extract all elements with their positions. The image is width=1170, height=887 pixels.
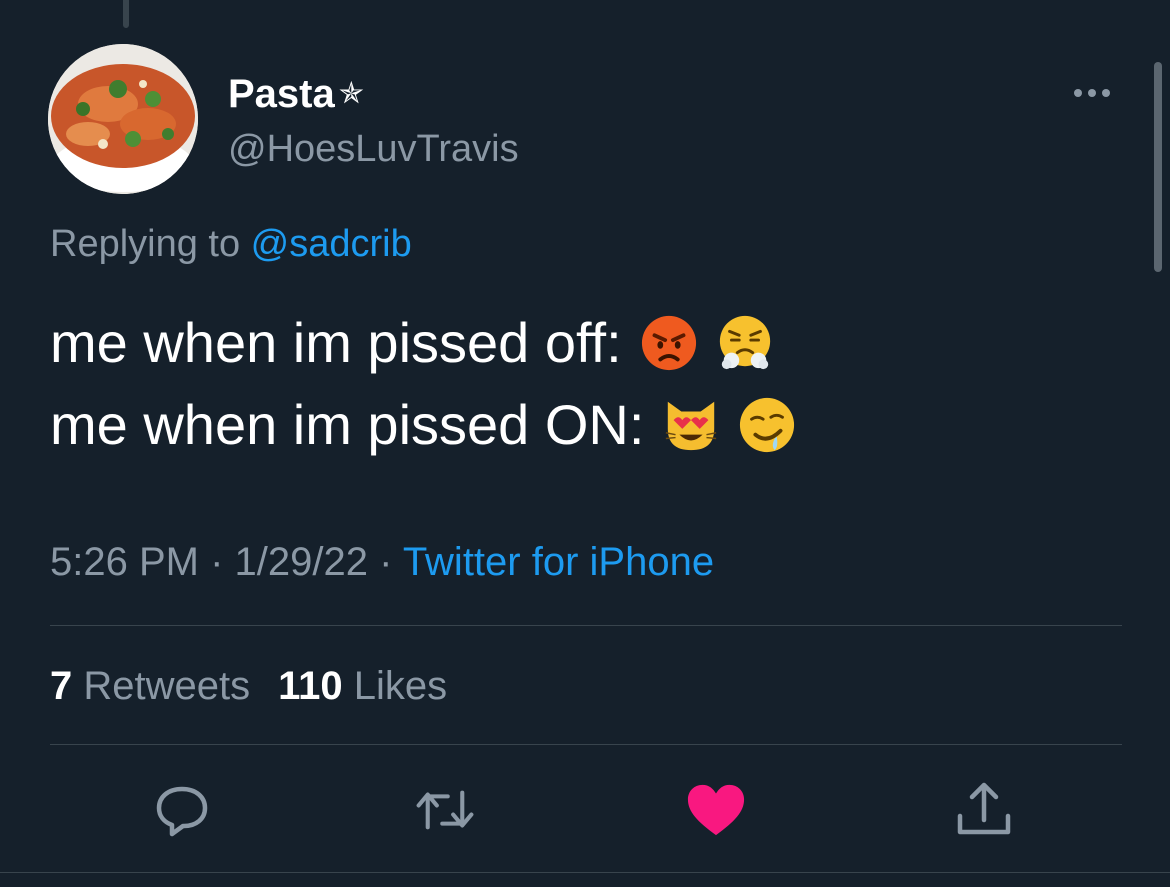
tweet-line: me when im pissed ON:	[50, 384, 796, 466]
tweet-line: me when im pissed off:	[50, 302, 796, 384]
tweet-line-text: me when im pissed off:	[50, 311, 622, 374]
divider	[50, 744, 1122, 745]
pasta-bowl-icon	[48, 44, 198, 194]
share-icon	[957, 782, 1011, 835]
author-handle[interactable]: @HoesLuvTravis	[228, 124, 519, 174]
reply-mention-link[interactable]: @sadcrib	[251, 223, 412, 265]
tweet-metadata: 5:26 PM · 1/29/22 · Twitter for iPhone	[50, 536, 714, 588]
likes-count: 110	[278, 664, 343, 708]
reply-button[interactable]	[152, 780, 212, 840]
likes-label: Likes	[342, 664, 448, 708]
like-button[interactable]	[686, 780, 746, 840]
retweets-label: Retweets	[72, 664, 251, 708]
retweets-count: 7	[50, 664, 73, 708]
share-button[interactable]	[954, 780, 1014, 840]
tweet-stats: 7 Retweets 110 Likes	[50, 660, 447, 712]
retweet-button[interactable]	[415, 780, 475, 840]
likes-stat[interactable]: 110 Likes	[278, 664, 447, 708]
replying-prefix: Replying to	[50, 223, 251, 265]
replying-to: Replying to @sadcrib	[50, 220, 412, 268]
meta-separator: ·	[198, 540, 235, 584]
author-display-name[interactable]: Pasta ✯	[228, 68, 364, 120]
more-dot	[1088, 89, 1096, 97]
heart-icon	[687, 784, 745, 836]
tweet-date: 1/29/22	[234, 540, 368, 584]
retweet-icon	[416, 790, 474, 830]
more-dot	[1102, 89, 1110, 97]
meta-separator: ·	[367, 540, 403, 584]
more-options-icon[interactable]	[1074, 80, 1118, 106]
more-dot	[1074, 89, 1082, 97]
angry-face-icon	[640, 314, 698, 372]
avatar[interactable]	[48, 44, 198, 194]
tweet-line-text: me when im pissed ON:	[50, 393, 645, 456]
face-with-steam-from-nose-icon	[716, 314, 774, 372]
divider	[50, 625, 1122, 626]
tweet-text: me when im pissed off: me when im pissed…	[50, 302, 796, 466]
thread-connector-line	[123, 0, 129, 28]
display-name-text: Pasta	[228, 72, 335, 116]
tweet-source-link[interactable]: Twitter for iPhone	[403, 540, 714, 584]
scrollbar[interactable]	[1154, 62, 1162, 272]
drooling-face-icon	[738, 396, 796, 454]
smiling-cat-with-heart-eyes-icon	[662, 396, 720, 454]
divider	[0, 872, 1170, 873]
tweet-time: 5:26 PM	[50, 540, 199, 584]
reply-icon	[156, 786, 208, 837]
star-badge-icon: ✯	[338, 77, 364, 110]
retweets-stat[interactable]: 7 Retweets	[50, 664, 250, 708]
